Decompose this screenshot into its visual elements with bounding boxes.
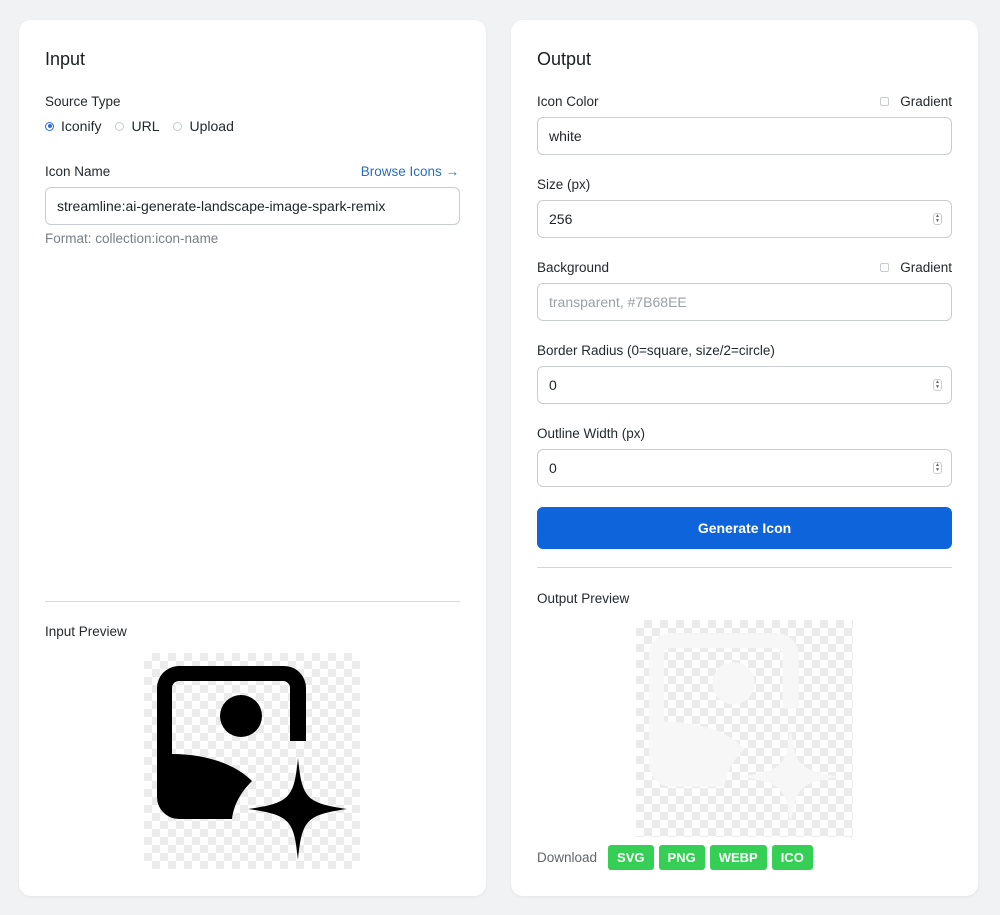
browse-icons-link[interactable]: Browse Icons → [361, 164, 459, 179]
icon-name-input[interactable]: streamline:ai-generate-landscape-image-s… [45, 187, 460, 225]
background-gradient-checkbox[interactable] [880, 263, 890, 272]
icon-color-label: Icon Color [537, 94, 599, 109]
background-label: Background [537, 260, 610, 275]
download-row: Download SVG PNG WEBP ICO [537, 845, 818, 870]
size-label: Size (px) [537, 177, 591, 192]
output-panel: Output Icon Color Gradient white Size (p… [511, 20, 978, 896]
radio-url[interactable]: URL [115, 118, 159, 134]
border-radius-stepper[interactable]: ▲ ▼ [933, 379, 942, 391]
border-radius-value: 0 [549, 377, 557, 393]
background-input[interactable]: transparent, #7B68EE [537, 283, 952, 321]
ai-generate-landscape-image-spark-icon [156, 666, 347, 860]
border-radius-label: Border Radius (0=square, size/2=circle) [537, 343, 775, 358]
format-hint: Format: collection:icon-name [45, 231, 219, 246]
radio-iconify-label: Iconify [61, 118, 102, 134]
icon-color-gradient-toggle[interactable]: Gradient [880, 94, 952, 109]
size-stepper[interactable]: ▲ ▼ [933, 213, 942, 225]
size-value: 256 [549, 211, 573, 227]
outline-width-value: 0 [549, 460, 557, 476]
input-preview-canvas [144, 653, 360, 869]
radio-dot [173, 121, 183, 131]
source-type-label: Source Type [45, 94, 121, 109]
radio-upload[interactable]: Upload [173, 118, 234, 134]
icon-color-input[interactable]: white [537, 117, 952, 155]
gradient-label: Gradient [900, 94, 952, 109]
source-type-radio-group: Iconify URL Upload [45, 118, 248, 134]
input-panel: Input Source Type Iconify URL Upload Ico… [19, 20, 486, 896]
size-input[interactable]: 256 ▲ ▼ [537, 200, 952, 238]
download-label: Download [537, 850, 598, 865]
outline-width-input[interactable]: 0 ▲ ▼ [537, 449, 952, 487]
icon-name-label: Icon Name [45, 164, 111, 179]
download-webp-button[interactable]: WEBP [709, 845, 767, 870]
radio-url-label: URL [131, 118, 160, 134]
outline-width-label: Outline Width (px) [537, 426, 646, 441]
output-title: Output [537, 49, 592, 69]
radio-upload-label: Upload [189, 118, 234, 134]
generate-icon-button[interactable]: Generate Icon [537, 507, 952, 549]
border-radius-input[interactable]: 0 ▲ ▼ [537, 366, 952, 404]
outline-width-stepper[interactable]: ▲ ▼ [933, 462, 942, 474]
output-preview-label: Output Preview [537, 591, 630, 606]
input-title: Input [45, 49, 86, 69]
radio-dot-checked [45, 121, 54, 131]
download-svg-button[interactable]: SVG [608, 845, 654, 870]
download-png-button[interactable]: PNG [658, 845, 705, 870]
background-gradient-toggle[interactable]: Gradient [880, 260, 952, 275]
output-divider [537, 567, 952, 568]
input-preview-label: Input Preview [45, 624, 127, 639]
output-preview-canvas [636, 620, 853, 837]
gradient-checkbox[interactable] [880, 97, 890, 106]
ai-generate-landscape-image-spark-icon-white [649, 633, 840, 828]
radio-iconify[interactable]: Iconify [45, 118, 101, 134]
radio-dot [115, 121, 125, 131]
background-gradient-label: Gradient [900, 260, 952, 275]
download-ico-button[interactable]: ICO [771, 845, 813, 870]
input-divider [45, 601, 460, 602]
